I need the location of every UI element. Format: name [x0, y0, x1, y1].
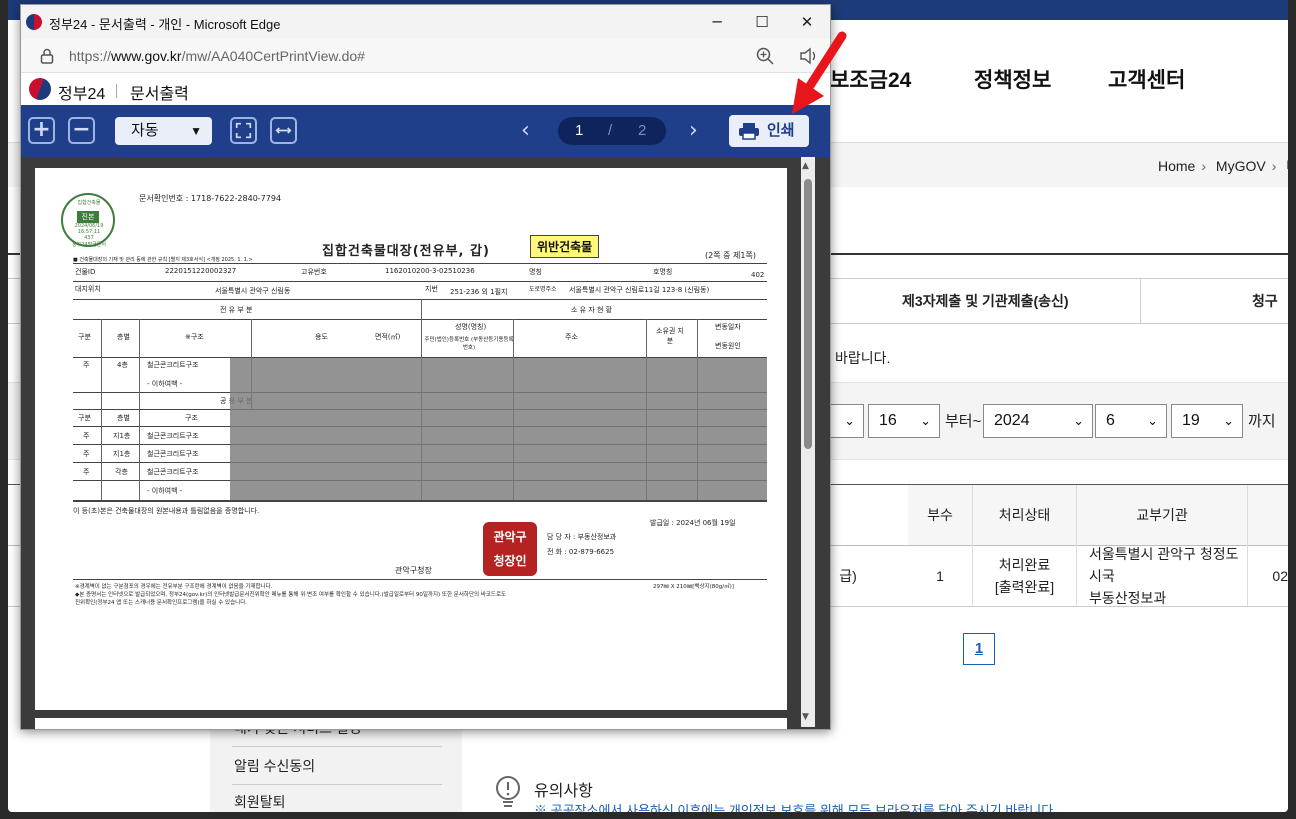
building-id: 2220151220002327: [165, 267, 237, 275]
cell-extra: 02: [1272, 568, 1288, 584]
prev-page-icon[interactable]: ‹: [521, 117, 530, 145]
lightbulb-icon: [496, 776, 520, 807]
unique-number: 1162010200-3-02510236: [385, 267, 475, 275]
footnote-3: 진위확인(정부24 앱 또는 스캐너용 문서확인프로그램)을 하실 수 있습니다…: [75, 600, 248, 606]
fit-page-icon[interactable]: [230, 117, 257, 144]
annotation-arrow-icon: [792, 31, 847, 114]
window-titlebar[interactable]: 정부24 - 문서출력 - 개인 - Microsoft Edge ─ ☐ ✕: [21, 5, 830, 39]
header-copies: 부수: [908, 485, 972, 545]
scroll-up-icon[interactable]: ▲: [802, 161, 809, 171]
address-bar[interactable]: https://www.gov.kr/mw/AA040CertPrintView…: [21, 39, 830, 73]
phone: 전 화 : 02-879-6625: [547, 548, 615, 556]
room-number: 402: [751, 271, 765, 279]
certify-text: 이 등(초)본은 건축물대장의 원본내용과 틀림없음을 증명합니다.: [73, 507, 260, 515]
chevron-down-icon: ⌄: [1073, 413, 1084, 428]
official-seal: 관악구 청장인: [483, 522, 537, 576]
road-address: 서울특별시 관악구 신림로11길 123-8 (신림동): [569, 286, 710, 294]
nav-customer-center[interactable]: 고객센터: [1108, 64, 1185, 94]
cell-agency: 서울특별시 관악구 청정도시국 부동산정보과: [1089, 546, 1239, 606]
current-page[interactable]: 1: [575, 117, 583, 145]
scrollbar-thumb[interactable]: [804, 179, 812, 449]
table-line: [73, 263, 767, 264]
url-text[interactable]: https://www.gov.kr/mw/AA040CertPrintView…: [69, 48, 365, 64]
footnote-2: ◆본 증명서는 인터넷으로 발급되었으며, 정부24(gov.kr)의 인터넷발…: [75, 592, 507, 598]
minimize-icon[interactable]: ─: [705, 11, 729, 33]
from-label: 부터~: [945, 413, 982, 430]
doc-number: 문서확인번호 : 1718-7622-2840-7794: [139, 194, 282, 203]
printer-icon: [739, 123, 759, 140]
site-name: 정부24: [58, 86, 106, 103]
cell-status: 처리완료 [출력완료]: [994, 557, 1055, 595]
tab-third-party-submission[interactable]: 제3자제출 및 기관제출(송신): [902, 279, 1069, 323]
issuer: 관악구청장: [395, 566, 432, 575]
edge-popup-window: 정부24 - 문서출력 - 개인 - Microsoft Edge ─ ☐ ✕ …: [20, 4, 831, 730]
chevron-right-icon: ›: [1201, 158, 1207, 174]
sidebar-divider: [232, 784, 442, 785]
page-indicator: 1 / 2: [558, 117, 666, 145]
gov24-favicon: [26, 14, 42, 30]
end-year-select[interactable]: 2024 ⌄: [983, 404, 1093, 438]
document-page-2: [35, 718, 787, 729]
chevron-down-icon: ⌄: [1147, 413, 1158, 428]
site-section: 문서출력: [130, 86, 189, 103]
scroll-down-icon[interactable]: ▼: [802, 712, 809, 722]
viewer-toolbar: + − 자동 ▼ ‹ 1 / 2 › 인쇄: [21, 105, 830, 157]
pagination-page-1[interactable]: 1: [963, 633, 995, 665]
header-status: 처리상태: [973, 485, 1076, 545]
breadcrumb: Home › MyGOV › 나: [1158, 156, 1288, 176]
footnote-1: ※경계벽이 없는 구분점포의 경우에는 전유부분 구조란에 경계벽이 없음을 기…: [75, 584, 273, 590]
cell-copies: 1: [936, 568, 944, 584]
authenticity-seal: 집합건축물 진본 2024/06/19 16:57:11 437 정부24발급문…: [61, 193, 115, 248]
caution-text: ※ 공공장소에서 사용하신 이후에는 개인정보 보호를 위해 모든 브라우저를 …: [534, 803, 1057, 812]
page-info: (2쪽 중 제1쪽): [705, 251, 756, 260]
tab-request[interactable]: 청구: [1252, 279, 1278, 323]
nav-policy-info[interactable]: 정책정보: [974, 64, 1051, 94]
paper-size: 297㎜ X 210㎜[백상지(80g/㎡)]: [653, 584, 734, 590]
fit-width-icon[interactable]: [270, 117, 297, 144]
chevron-right-icon: ›: [1271, 158, 1277, 174]
breadcrumb-home[interactable]: Home: [1158, 158, 1195, 174]
zoom-in-icon[interactable]: [755, 46, 775, 66]
issue-date: 발급일 : 2024년 06월 19일: [650, 519, 736, 527]
header-agency: 교부기관: [1077, 485, 1247, 545]
lot-number: 251-236 외 1필지: [450, 288, 508, 296]
total-pages: 2: [638, 122, 647, 139]
redacted-area: [230, 358, 767, 500]
end-day-select[interactable]: 19 ⌄: [1171, 404, 1243, 438]
chevron-down-icon: ▼: [190, 124, 202, 138]
header-extra: [1248, 485, 1288, 545]
chevron-down-icon: ⌄: [844, 413, 855, 428]
tab-divider: [1140, 279, 1141, 323]
until-label: 까지: [1248, 413, 1276, 430]
document-page: 집합건축물 진본 2024/06/19 16:57:11 437 정부24발급문…: [35, 168, 787, 710]
start-day-select[interactable]: 16 ⌄: [868, 404, 940, 438]
breadcrumb-current[interactable]: 나: [1286, 158, 1288, 174]
sidebar-item-withdraw[interactable]: 회원탈퇴: [234, 792, 286, 812]
end-month-select[interactable]: 6 ⌄: [1095, 404, 1167, 438]
caution-title: 유의사항: [534, 783, 593, 800]
sidebar-divider: [232, 746, 442, 747]
lock-icon[interactable]: [38, 47, 56, 65]
gov24-logo[interactable]: [29, 78, 51, 100]
window-title: 정부24 - 문서출력 - 개인 - Microsoft Edge: [49, 17, 281, 32]
notice-text: l 바랍니다.: [828, 350, 891, 366]
site-header: 정부24 문서출력: [21, 73, 830, 105]
officer: 담 당 자 : 부동산정보과: [547, 533, 617, 541]
site-divider: [116, 84, 117, 98]
next-page-icon[interactable]: ›: [689, 117, 698, 145]
violation-badge: 위반건축물: [530, 235, 600, 258]
zoom-out-button[interactable]: −: [68, 117, 95, 144]
doc-title: 집합건축물대장(전유부, 갑): [322, 244, 490, 259]
site-location: 서울특별시 관악구 신림동: [215, 287, 291, 295]
zoom-in-button[interactable]: +: [28, 117, 55, 144]
sidebar-item-notification-consent[interactable]: 알림 수신동의: [234, 756, 315, 776]
zoom-mode-select[interactable]: 자동 ▼: [115, 117, 212, 145]
fine-print: ■ 건축물대장의 기재 및 관리 등에 관한 규칙 [별지 제3호서식] <개정…: [73, 257, 253, 263]
vertical-scrollbar[interactable]: ▲ ▼: [801, 157, 815, 727]
breadcrumb-mygov[interactable]: MyGOV: [1216, 158, 1266, 174]
chevron-down-icon: ⌄: [920, 413, 931, 428]
chevron-down-icon: ⌄: [1223, 413, 1234, 428]
maximize-icon[interactable]: ☐: [750, 11, 774, 33]
